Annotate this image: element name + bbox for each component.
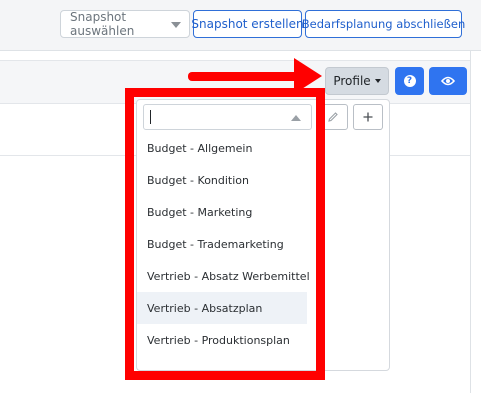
question-circle-icon: ?	[403, 75, 416, 87]
annotation-highlight-box	[125, 88, 325, 380]
top-toolbar: Snapshot auswählen Snapshot erstellen Be…	[0, 0, 481, 51]
panel-right-border	[470, 50, 471, 393]
caret-down-icon	[171, 22, 181, 28]
view-button[interactable]	[429, 67, 467, 95]
finish-planning-button[interactable]: Bedarfsplanung abschließen	[302, 10, 465, 38]
caret-down-icon	[374, 79, 381, 83]
pencil-icon	[328, 112, 338, 122]
annotation-arrow-shaft	[188, 72, 298, 81]
annotation-arrow-head	[294, 58, 322, 94]
eye-icon	[441, 76, 455, 86]
help-button[interactable]: ?	[395, 67, 424, 95]
add-profile-button[interactable]	[353, 104, 383, 130]
snapshot-select[interactable]: Snapshot auswählen	[60, 10, 190, 38]
profile-dropdown-button[interactable]: Profile	[325, 67, 389, 95]
create-snapshot-button[interactable]: Snapshot erstellen	[191, 10, 304, 38]
profile-button-label: Profile	[333, 74, 371, 88]
plus-icon	[363, 112, 373, 122]
